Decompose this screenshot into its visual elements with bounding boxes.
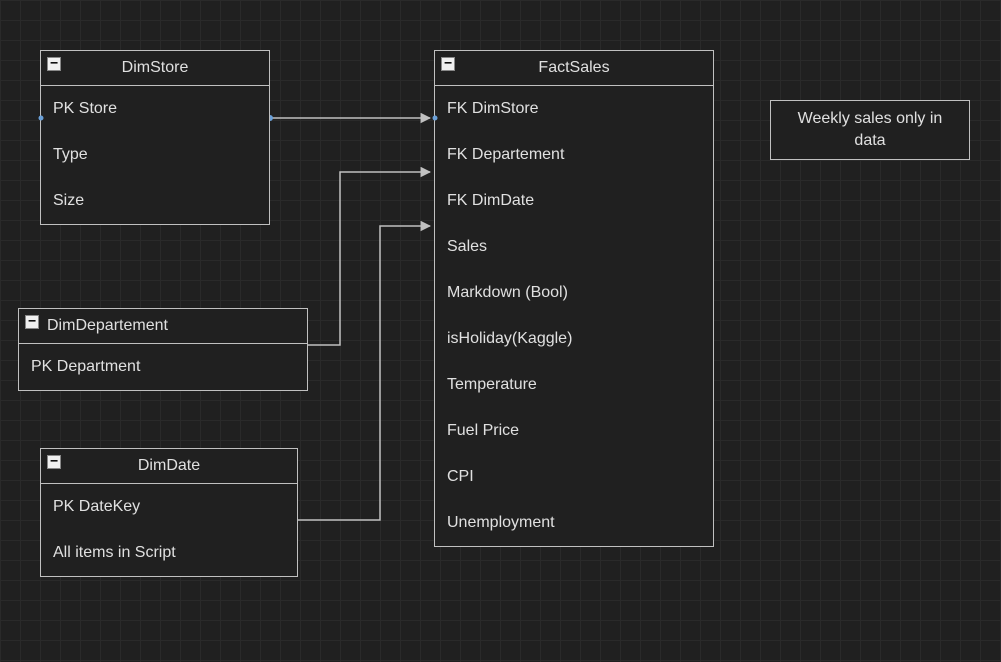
entity-row[interactable]: CPI <box>435 454 713 500</box>
entity-row[interactable]: Temperature <box>435 362 713 408</box>
entity-dimdepartement-body: PK Department <box>19 344 307 390</box>
entity-row[interactable]: PK Department <box>19 344 307 390</box>
entity-row[interactable]: All items in Script <box>41 530 297 576</box>
entity-row[interactable]: PK Store <box>41 86 269 132</box>
entity-dimdate[interactable]: − DimDate PK DateKey All items in Script <box>40 448 298 577</box>
entity-row[interactable]: Unemployment <box>435 500 713 546</box>
note-weekly-sales[interactable]: Weekly sales only in data <box>770 100 970 160</box>
entity-dimdepartement-title: DimDepartement <box>47 317 303 335</box>
entity-factsales[interactable]: − FactSales FK DimStore FK Departement F… <box>434 50 714 547</box>
note-text: Weekly sales only in data <box>781 108 959 153</box>
entity-dimstore-header[interactable]: − DimStore <box>41 51 269 86</box>
entity-dimstore-title: DimStore <box>45 59 265 77</box>
entity-dimdepartement[interactable]: − DimDepartement PK Department <box>18 308 308 391</box>
connector-dimdate-to-factsales <box>298 226 430 520</box>
entity-factsales-header[interactable]: − FactSales <box>435 51 713 86</box>
entity-dimdate-body: PK DateKey All items in Script <box>41 484 297 576</box>
entity-row[interactable]: FK DimStore <box>435 86 713 132</box>
collapse-icon[interactable]: − <box>25 315 39 329</box>
entity-row[interactable]: FK Departement <box>435 132 713 178</box>
entity-dimdate-header[interactable]: − DimDate <box>41 449 297 484</box>
entity-factsales-title: FactSales <box>439 59 709 77</box>
entity-row[interactable]: Markdown (Bool) <box>435 270 713 316</box>
collapse-icon[interactable]: − <box>47 57 61 71</box>
entity-dimdate-title: DimDate <box>45 457 293 475</box>
entity-factsales-body: FK DimStore FK Departement FK DimDate Sa… <box>435 86 713 546</box>
entity-row[interactable]: Fuel Price <box>435 408 713 454</box>
collapse-icon[interactable]: − <box>441 57 455 71</box>
entity-row[interactable]: PK DateKey <box>41 484 297 530</box>
entity-dimstore[interactable]: − DimStore PK Store Type Size <box>40 50 270 225</box>
entity-row[interactable]: FK DimDate <box>435 178 713 224</box>
entity-row[interactable]: isHoliday(Kaggle) <box>435 316 713 362</box>
entity-dimstore-body: PK Store Type Size <box>41 86 269 224</box>
entity-row[interactable]: Size <box>41 178 269 224</box>
port-dot-factsales-fk-dimstore <box>432 115 438 121</box>
connector-dimdepartement-to-factsales <box>308 172 430 345</box>
port-dot-dimstore-pk <box>38 115 44 121</box>
collapse-icon[interactable]: − <box>47 455 61 469</box>
entity-row[interactable]: Sales <box>435 224 713 270</box>
entity-row[interactable]: Type <box>41 132 269 178</box>
entity-dimdepartement-header[interactable]: − DimDepartement <box>19 309 307 344</box>
